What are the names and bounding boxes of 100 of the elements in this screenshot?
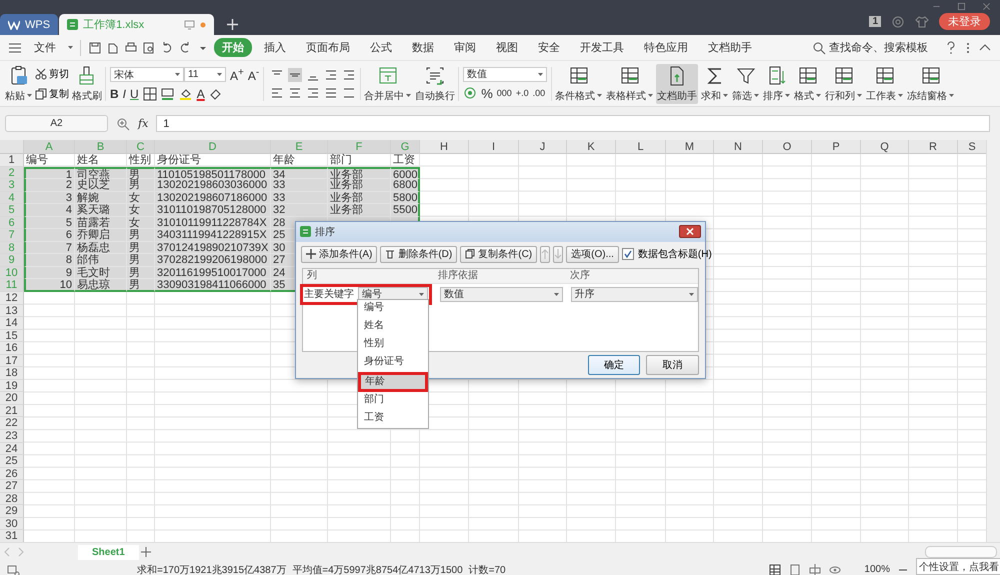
export-icon[interactable] xyxy=(106,40,120,54)
ribbon-button[interactable]: 格式 xyxy=(793,64,822,104)
dropdown-option[interactable]: 姓名 xyxy=(358,318,428,336)
vertical-scrollbar[interactable] xyxy=(986,140,1000,542)
ribbon-tab[interactable]: 页面布局 xyxy=(298,38,358,57)
dropdown-option[interactable]: 性别 xyxy=(358,336,428,354)
ribbon-button[interactable]: 表格样式 xyxy=(605,64,654,104)
dropdown-option[interactable]: 年龄 xyxy=(358,372,428,392)
close-button[interactable] xyxy=(679,225,701,238)
column-header[interactable]: I xyxy=(469,140,519,154)
search-icon[interactable] xyxy=(812,40,826,54)
ribbon-button[interactable]: 冻结窗格 xyxy=(906,64,956,104)
row-header[interactable]: 19 xyxy=(0,380,24,392)
condition-button[interactable]: 复制条件(C) xyxy=(460,246,538,263)
currency-icon[interactable] xyxy=(463,86,478,100)
document-tab[interactable]: WPS xyxy=(0,14,58,35)
ribbon-button[interactable]: 工作表 xyxy=(865,64,904,104)
ok-button[interactable]: 确定 xyxy=(588,355,640,375)
column-header[interactable]: J xyxy=(519,140,567,154)
shirt-icon[interactable] xyxy=(915,14,929,28)
paint-bucket-icon[interactable] xyxy=(178,86,193,100)
ribbon-tab[interactable]: 插入 xyxy=(256,38,294,57)
menu-icon[interactable] xyxy=(8,40,22,54)
save-icon[interactable] xyxy=(88,40,102,54)
font-style-button[interactable]: B xyxy=(110,86,119,100)
macro-icon[interactable] xyxy=(6,562,20,575)
dropdown-option[interactable]: 身份证号 xyxy=(358,354,428,372)
row-header[interactable]: 14 xyxy=(0,317,24,330)
cancel-button[interactable]: 取消 xyxy=(646,355,699,375)
page-view-icon[interactable] xyxy=(788,562,802,575)
row-header[interactable]: 31 xyxy=(0,530,24,542)
row-header[interactable]: 18 xyxy=(0,367,24,380)
row-header[interactable]: 30 xyxy=(0,518,24,530)
row-header[interactable]: 1 xyxy=(0,154,24,167)
window-count-badge[interactable]: 1 xyxy=(869,16,881,27)
row-header[interactable]: 28 xyxy=(0,492,24,506)
function-label[interactable]: fx xyxy=(138,117,148,130)
print-preview-icon[interactable] xyxy=(142,40,156,54)
row-header[interactable]: 20 xyxy=(0,392,24,405)
ribbon-tab[interactable]: 开发工具 xyxy=(572,38,632,57)
ribbon-button[interactable]: 求和 xyxy=(700,64,730,104)
row-header[interactable]: 26 xyxy=(0,468,24,480)
column-header[interactable]: P xyxy=(812,140,861,154)
condition-button[interactable]: 删除条件(D) xyxy=(380,246,458,263)
fill-icon[interactable] xyxy=(160,86,175,100)
add-sheet-icon[interactable] xyxy=(138,545,153,559)
ribbon-small-button[interactable]: 剪切 xyxy=(35,66,69,80)
borders-icon[interactable] xyxy=(142,86,157,100)
dropdown-option[interactable]: 部门 xyxy=(358,392,428,410)
ribbon-button[interactable]: 筛选 xyxy=(731,64,760,104)
ribbon-button[interactable]: 格式刷 xyxy=(71,64,103,104)
column-header[interactable]: L xyxy=(616,140,666,154)
column-header[interactable]: Q xyxy=(861,140,909,154)
row-header[interactable]: 17 xyxy=(0,354,24,368)
ribbon-button[interactable]: 文档助手 xyxy=(656,64,698,104)
font-style-button[interactable]: U xyxy=(130,86,139,100)
justify-icon[interactable] xyxy=(324,86,338,100)
column-header[interactable]: S xyxy=(958,140,986,154)
row-header[interactable]: 24 xyxy=(0,442,24,456)
ribbon-tab[interactable]: 公式 xyxy=(362,38,400,57)
number-format-button[interactable]: % xyxy=(481,86,493,100)
ribbon-button[interactable]: 粘贴 xyxy=(4,64,33,104)
column-header[interactable]: N xyxy=(714,140,763,154)
sort-order-select[interactable]: 升序 xyxy=(570,286,698,302)
options-button[interactable]: 选项(O)... xyxy=(566,246,619,263)
normal-view-icon[interactable] xyxy=(768,562,782,575)
zoom-level[interactable]: 100% xyxy=(864,564,890,575)
column-header[interactable]: R xyxy=(909,140,958,154)
zoom-icon[interactable] xyxy=(116,116,130,130)
number-format-button[interactable]: 000 xyxy=(496,88,512,98)
command-search[interactable]: 查找命令、搜索模板 xyxy=(829,40,928,55)
font-size-button[interactable]: A$^{-}$ xyxy=(248,66,260,82)
ribbon-tab[interactable]: 安全 xyxy=(530,38,568,57)
ribbon-button[interactable]: 合并居中 xyxy=(363,64,412,104)
row-header[interactable]: 13 xyxy=(0,304,24,318)
ribbon-button[interactable]: 排序 xyxy=(762,64,792,104)
align-center-icon[interactable] xyxy=(288,86,302,100)
row-header[interactable]: 16 xyxy=(0,342,24,355)
row-header[interactable]: 15 xyxy=(0,330,24,342)
column-header[interactable]: H xyxy=(420,140,469,154)
dropdown-option[interactable]: 编号 xyxy=(358,300,428,318)
font-style-button[interactable]: I xyxy=(122,86,126,100)
row-header[interactable]: 21 xyxy=(0,404,24,418)
condition-button[interactable]: 添加条件(A) xyxy=(301,246,378,263)
row-header[interactable]: 25 xyxy=(0,455,24,468)
print-icon[interactable] xyxy=(124,40,138,54)
close-icon[interactable] xyxy=(981,1,992,12)
ribbon-tab[interactable]: 数据 xyxy=(404,38,442,57)
align-left-icon[interactable] xyxy=(270,86,284,100)
font-color-button[interactable]: A xyxy=(196,86,205,100)
number-format-button[interactable]: +.0 xyxy=(516,88,529,98)
font-size-field[interactable]: 11 xyxy=(184,67,226,82)
header-checkbox[interactable]: 数据包含标题(H) xyxy=(622,247,712,262)
align-right-icon[interactable] xyxy=(306,86,320,100)
file-menu[interactable]: 文件 xyxy=(26,38,64,57)
ribbon-tab[interactable]: 视图 xyxy=(488,38,526,57)
column-header[interactable]: O xyxy=(763,140,812,154)
ribbon-tab[interactable]: 特色应用 xyxy=(636,38,696,57)
eraser-icon[interactable] xyxy=(208,86,223,100)
column-header[interactable]: M xyxy=(666,140,714,154)
